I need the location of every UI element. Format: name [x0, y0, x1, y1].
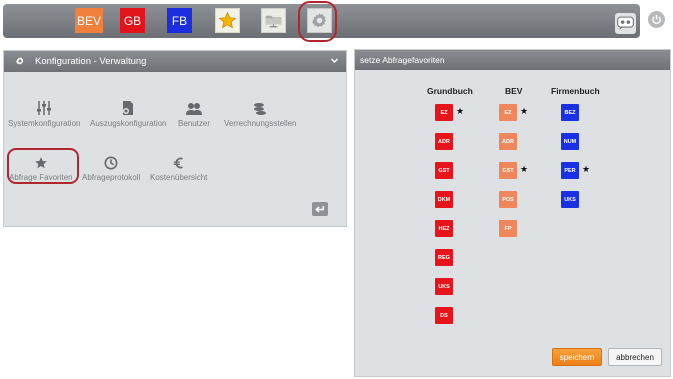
- config-item-benutzer[interactable]: Benutzer: [178, 98, 210, 128]
- favorite-chip-bev-fp[interactable]: FP: [499, 220, 517, 237]
- star-icon: [218, 11, 237, 29]
- favorite-chip-bev-gst[interactable]: GST: [499, 162, 517, 179]
- config-item-label: Auszugskonfiguration: [90, 119, 167, 128]
- config-item-label: Verrechnungsstellen: [224, 119, 297, 128]
- logout-button[interactable]: [648, 11, 665, 28]
- favorites-panel-title: setze Abfragefavoriten: [360, 55, 445, 65]
- clock-icon: [104, 152, 118, 170]
- favorite-chip-grundbuch-gst[interactable]: GST: [435, 162, 453, 179]
- favorite-chip-grundbuch-hez[interactable]: HEZ: [435, 220, 453, 237]
- configuration-panel-header[interactable]: Konfiguration - Verwaltung: [4, 51, 346, 72]
- euro-icon: [173, 152, 185, 170]
- config-item-label: Benutzer: [178, 119, 211, 128]
- folder-network-icon: [265, 15, 282, 28]
- return-button[interactable]: [312, 202, 328, 216]
- favorite-star-icon: ★: [456, 106, 465, 116]
- config-item-auszugskonfiguration[interactable]: Auszugskonfiguration: [90, 98, 167, 128]
- favorite-chip-bev-ez[interactable]: EZ: [499, 104, 517, 121]
- favorite-chip-firmenbuch-num[interactable]: NUM: [561, 133, 579, 150]
- power-icon: [652, 14, 661, 24]
- save-button[interactable]: speichern: [552, 348, 602, 366]
- favorite-chip-firmenbuch-bez[interactable]: BEZ: [561, 104, 579, 121]
- favorite-chip-grundbuch-ds[interactable]: DS: [435, 307, 453, 324]
- configuration-panel-title: Konfiguration - Verwaltung: [35, 56, 147, 67]
- configuration-panel: Konfiguration - Verwaltung Systemkonfigu…: [3, 50, 347, 227]
- config-item-label: Kostenübersicht: [150, 173, 208, 182]
- config-item-systemkonfiguration[interactable]: Systemkonfiguration: [8, 98, 80, 128]
- chat-button[interactable]: [615, 13, 636, 34]
- chevron-down-icon[interactable]: [330, 56, 339, 65]
- bev-button[interactable]: BEV: [75, 8, 103, 33]
- favorite-star-icon: ★: [520, 106, 529, 116]
- chat-icon: [617, 16, 634, 30]
- firmenbuch-button[interactable]: FB: [167, 8, 192, 33]
- favorite-chip-grundbuch-reg[interactable]: REG: [435, 249, 453, 266]
- column-title-bev: BEV: [505, 86, 523, 96]
- favorite-star-icon: ★: [582, 164, 591, 174]
- grundbuch-button[interactable]: GB: [120, 8, 145, 33]
- favorite-chip-bev-pos[interactable]: POS: [499, 191, 517, 208]
- document-gear-icon: [120, 98, 136, 116]
- favorite-chip-grundbuch-uks[interactable]: UKS: [435, 278, 453, 295]
- sliders-icon: [36, 98, 52, 116]
- favorites-button[interactable]: [215, 8, 240, 33]
- column-title-firmenbuch: Firmenbuch: [551, 86, 600, 96]
- column-title-grundbuch: Grundbuch: [427, 86, 473, 96]
- cancel-button[interactable]: abbrechen: [608, 348, 662, 366]
- users-icon: [186, 98, 203, 116]
- config-item-abfrageprotokoll[interactable]: Abfrageprotokoll: [82, 152, 140, 182]
- favorite-chip-grundbuch-adr[interactable]: ADR: [435, 133, 453, 150]
- favorite-chip-firmenbuch-uks[interactable]: UKS: [561, 191, 579, 208]
- gear-icon: [16, 57, 24, 65]
- favorite-star-icon: ★: [520, 164, 529, 174]
- favorites-panel-header: setze Abfragefavoriten: [355, 50, 670, 70]
- config-item-label: Systemkonfiguration: [8, 119, 81, 128]
- files-button[interactable]: [261, 8, 286, 33]
- favorite-chip-firmenbuch-per[interactable]: PER: [561, 162, 579, 179]
- favorite-chip-grundbuch-ez[interactable]: EZ: [435, 104, 453, 121]
- config-item-label: Abfrageprotokoll: [82, 173, 141, 182]
- favorite-chip-grundbuch-dkm[interactable]: DKM: [435, 191, 453, 208]
- favorites-panel: setze Abfragefavoriten Grundbuch BEV Fir…: [354, 49, 671, 377]
- favorite-chip-bev-adr[interactable]: ADR: [499, 133, 517, 150]
- config-item-verrechnungsstellen[interactable]: Verrechnungsstellen: [224, 98, 297, 128]
- coins-icon: [252, 98, 268, 116]
- return-icon: [315, 205, 325, 213]
- config-item-kostenuebersicht[interactable]: Kostenübersicht: [150, 152, 207, 182]
- highlight-ring: [7, 148, 79, 184]
- highlight-ring: [298, 1, 337, 42]
